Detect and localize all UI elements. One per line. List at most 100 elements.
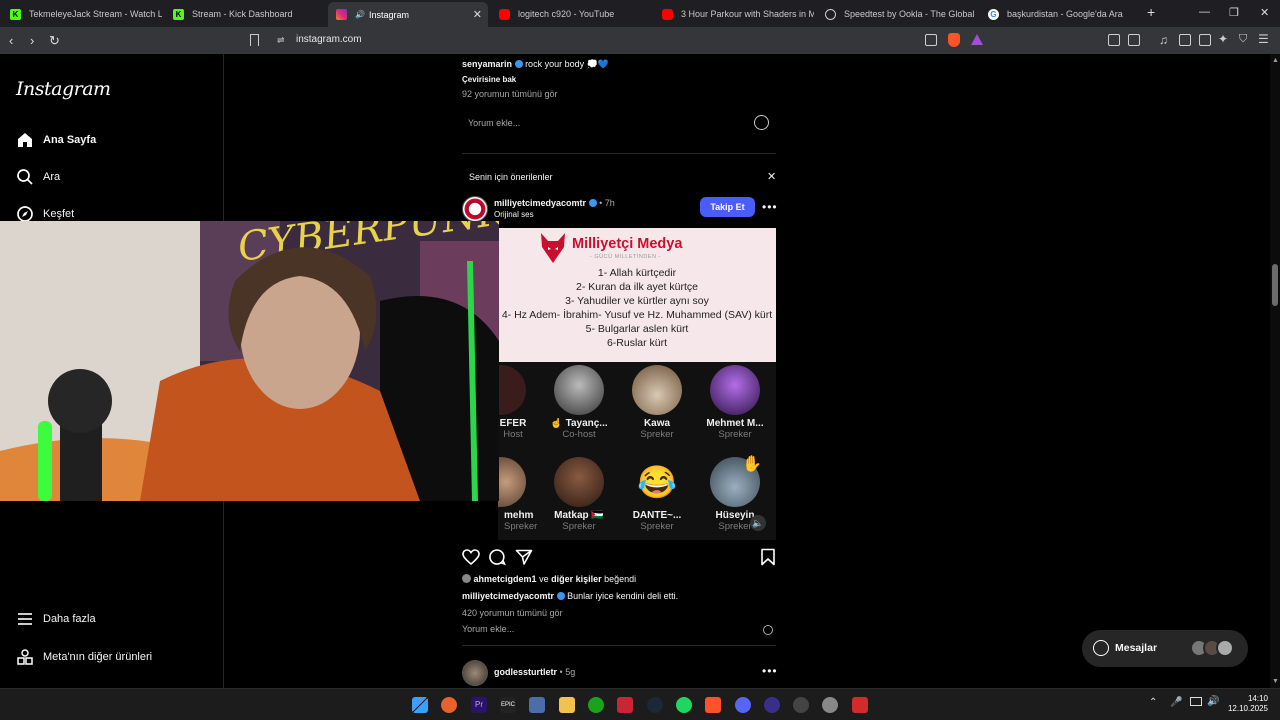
volume-icon[interactable]: 🔊: [1207, 696, 1219, 707]
comment-input[interactable]: Yorum ekle...: [468, 118, 520, 128]
close-window-icon[interactable]: ✕: [1260, 6, 1269, 19]
volume-icon[interactable]: 🔈: [750, 515, 766, 531]
wallet-icon[interactable]: [1199, 34, 1211, 46]
start-icon[interactable]: [412, 697, 428, 713]
mic-icon[interactable]: 🎤: [1170, 697, 1182, 708]
speaker[interactable]: ☝ Tayanç... Co-host: [546, 365, 612, 440]
emoji-icon[interactable]: [754, 115, 769, 130]
speaker[interactable]: mehmet Spreker: [498, 457, 537, 532]
translate-link[interactable]: Çevirisine bak: [462, 75, 516, 84]
menu-icon[interactable]: ☰: [1258, 32, 1269, 46]
sidebar-item-search[interactable]: Ara: [16, 165, 60, 189]
new-tab-button[interactable]: +: [1147, 4, 1155, 20]
speaker-name: ☝ Tayanç...: [550, 418, 608, 429]
post-media[interactable]: Milliyetçi Medya - GÜCÜ MİLLETİNDEN - 1-…: [498, 228, 776, 540]
url-field[interactable]: instagram.com: [296, 34, 362, 45]
forward-icon[interactable]: ›: [30, 33, 34, 48]
brave-icon[interactable]: [705, 697, 721, 713]
extensions-icon[interactable]: [1108, 34, 1120, 46]
leo-ai-icon[interactable]: ✦: [1218, 32, 1228, 46]
reading-mode-icon[interactable]: [1128, 34, 1140, 46]
tab-google[interactable]: G başkurdistan - Google'da Ara: [980, 3, 1138, 25]
settings-icon[interactable]: [822, 697, 838, 713]
tab-kick-stream[interactable]: K TekmeleyeJack Stream - Watch Live o: [2, 3, 162, 25]
network-icon[interactable]: [1190, 697, 1202, 706]
tab-instagram[interactable]: 🔊 Instagram ✕: [328, 2, 488, 27]
view-comments-link[interactable]: 92 yorumun tümünü gör: [462, 89, 558, 99]
next-post-username[interactable]: godlessturtletr: [494, 667, 557, 677]
tab-youtube-c920[interactable]: logitech c920 - YouTube: [491, 3, 651, 25]
post-username[interactable]: milliyetcimedyacomtr: [494, 198, 586, 208]
sidebar-toggle-icon[interactable]: [1179, 34, 1191, 46]
liker-avatar: [462, 574, 471, 583]
media-icon[interactable]: ♫: [1159, 33, 1168, 47]
scroll-down-icon[interactable]: ▼: [1272, 678, 1279, 685]
app-icon[interactable]: [793, 697, 809, 713]
caption-username[interactable]: milliyetcimedyacomtr: [462, 591, 554, 601]
xbox-icon[interactable]: [588, 697, 604, 713]
spotify-icon[interactable]: [676, 697, 692, 713]
verified-icon: [588, 199, 597, 207]
speaker[interactable]: 😂 DANTE~... Spreker: [624, 457, 690, 532]
close-tab-icon[interactable]: ✕: [473, 8, 482, 21]
speaker[interactable]: Kawa Spreker: [624, 365, 690, 440]
more-options-icon[interactable]: •••: [762, 664, 778, 678]
maximize-icon[interactable]: ❐: [1229, 6, 1239, 19]
app-icon[interactable]: [529, 697, 545, 713]
cast-icon[interactable]: [925, 34, 937, 46]
app-icon[interactable]: [617, 697, 633, 713]
minimize-icon[interactable]: —: [1199, 6, 1210, 18]
tab-youtube-parkour[interactable]: 3 Hour Parkour with Shaders in Mine: [654, 3, 814, 25]
scrollbar-thumb[interactable]: [1272, 264, 1278, 306]
discord-icon[interactable]: [735, 697, 751, 713]
app-icon[interactable]: [441, 697, 457, 713]
audio-label[interactable]: Orijinal ses: [494, 210, 534, 219]
speaker-name: DANTE~...: [632, 510, 682, 521]
avatar[interactable]: [462, 196, 488, 222]
comment-input[interactable]: Yorum ekle...: [462, 624, 514, 634]
brave-rewards-icon[interactable]: [971, 34, 983, 45]
brave-shields-icon[interactable]: [948, 33, 960, 47]
app-icon[interactable]: [764, 697, 780, 713]
avatar[interactable]: [462, 660, 488, 686]
follow-button[interactable]: Takip Et: [700, 197, 755, 217]
scroll-up-icon[interactable]: ▲: [1272, 57, 1279, 64]
instagram-logo[interactable]: Instagram: [16, 78, 111, 100]
messages-button[interactable]: Mesajlar: [1082, 630, 1248, 667]
likes-others[interactable]: diğer kişiler: [551, 574, 602, 584]
like-icon[interactable]: [462, 548, 480, 571]
speaker[interactable]: Matkap 🇵🇸 Spreker: [546, 457, 612, 532]
save-icon[interactable]: [760, 548, 776, 571]
more-button[interactable]: Daha fazla: [16, 607, 96, 631]
back-icon[interactable]: ‹: [9, 33, 13, 48]
sidebar-item-home[interactable]: Ana Sayfa: [16, 128, 96, 152]
speaker[interactable]: EFER Host: [498, 365, 534, 440]
premiere-icon[interactable]: Pr: [471, 697, 487, 713]
tray-chevron-icon[interactable]: ⌃: [1149, 697, 1157, 708]
tab-speedtest[interactable]: Speedtest by Ookla - The Global Bro: [817, 3, 977, 25]
view-comments-link[interactable]: 420 yorumun tümünü gör: [462, 608, 563, 618]
meta-products-button[interactable]: Meta'nın diğer ürünleri: [16, 645, 152, 669]
vpn-icon[interactable]: ⛉: [1239, 33, 1247, 46]
comment-icon[interactable]: [488, 548, 506, 571]
more-options-icon[interactable]: •••: [762, 200, 778, 214]
prev-post-username[interactable]: senyamarin: [462, 59, 512, 69]
epic-games-icon[interactable]: EPIC: [500, 697, 516, 713]
site-settings-icon[interactable]: ⇌: [277, 35, 285, 46]
browser-tab-bar: K TekmeleyeJack Stream - Watch Live o K …: [0, 0, 1280, 27]
tab-kick-dashboard[interactable]: K Stream - Kick Dashboard: [165, 3, 325, 25]
reload-icon[interactable]: ↻: [49, 33, 60, 49]
close-suggestions-icon[interactable]: ✕: [767, 170, 776, 183]
emoji-icon[interactable]: [763, 625, 773, 635]
scrollbar[interactable]: [1270, 54, 1280, 688]
likes-user[interactable]: ahmetcigdem1: [474, 574, 537, 584]
share-icon[interactable]: [515, 548, 533, 571]
wolf-logo-icon: [538, 231, 568, 265]
app-icon[interactable]: [852, 697, 868, 713]
messages-label: Mesajlar: [1115, 642, 1158, 654]
file-explorer-icon[interactable]: [559, 697, 575, 713]
clock[interactable]: 14:10 12.10.2025: [1226, 694, 1268, 714]
speaker[interactable]: Mehmet M... Spreker: [702, 365, 768, 440]
steam-icon[interactable]: [647, 697, 663, 713]
bookmark-icon[interactable]: [250, 34, 259, 46]
